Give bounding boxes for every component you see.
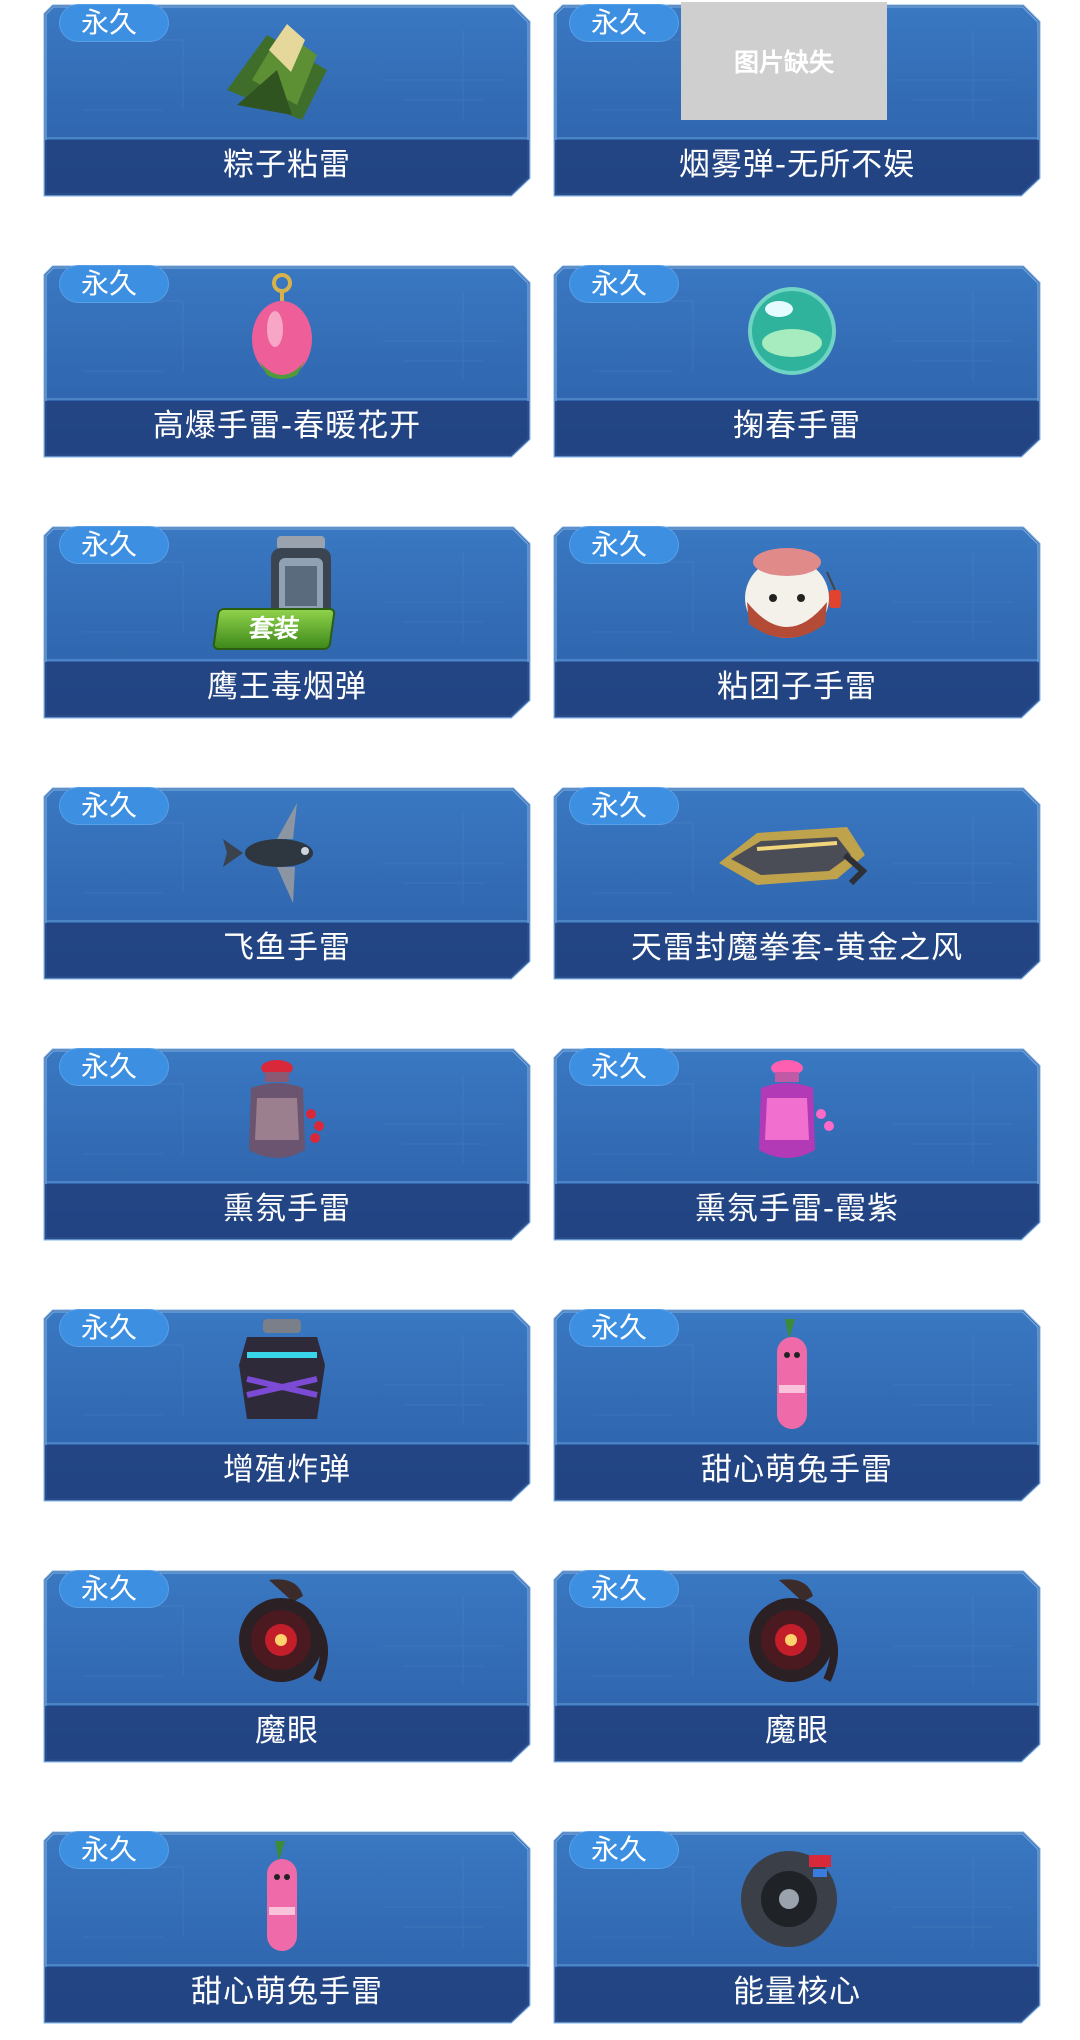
item-name: 甜心萌兔手雷 [701,1452,893,1488]
energy-core-icon [717,1837,867,1957]
item-name: 增殖炸弹 [223,1452,351,1488]
permanent-badge: 永久 [569,526,679,564]
item-name: 鹰王毒烟弹 [207,669,367,705]
item-card[interactable]: 永久 图片缺失烟雾弹-无所不娱 [553,0,1041,197]
permanent-badge: 永久 [569,1309,679,1347]
item-card[interactable]: 永久 魔眼 [43,1564,531,1763]
permanent-badge: 永久 [59,1831,169,1869]
permanent-badge: 永久 [59,4,169,42]
permanent-badge: 永久 [569,1048,679,1086]
permanent-badge: 永久 [59,1570,169,1608]
item-grid: 永久 粽子粘雷 永久 图片缺失 烟雾弹-无所不娱 永久 高爆手雷-春暖花开 永久… [0,0,1080,2040]
item-card[interactable]: 永久 甜心萌兔手雷 [43,1825,531,2024]
item-name: 烟雾弹-无所不娱 [678,147,916,183]
item-name: 甜心萌兔手雷 [191,1974,383,2010]
dumpling-grenade-icon [717,532,867,652]
permanent-badge: 永久 [569,787,679,825]
item-name: 能量核心 [733,1974,861,2010]
item-name: 飞鱼手雷 [223,930,351,966]
item-name: 熏氛手雷 [223,1191,351,1227]
golden-gauntlet-icon [717,793,868,913]
item-name: 粽子粘雷 [223,147,351,183]
permanent-badge: 永久 [59,526,169,564]
item-card[interactable]: 永久 掬春手雷 [553,259,1041,458]
item-card[interactable]: 永久 熏氛手雷-霞紫 [553,1042,1041,1241]
demon-eye-grenade-icon [207,1576,357,1696]
item-name: 粘团子手雷 [717,669,877,705]
image-missing-placeholder: 图片缺失 [681,2,887,120]
flying-fish-grenade-icon [207,793,357,913]
item-card[interactable]: 永久 熏氛手雷 [43,1042,531,1241]
zongzi-grenade-icon [207,10,357,130]
permanent-badge: 永久 [59,1048,169,1086]
item-card[interactable]: 永久 套装鹰王毒烟弹 [43,520,531,719]
item-card[interactable]: 永久 魔眼 [553,1564,1041,1763]
proliferation-bomb-icon [207,1315,357,1435]
item-card[interactable]: 永久 甜心萌兔手雷 [553,1303,1041,1502]
green-glass-orb-grenade-icon [717,271,867,391]
item-card[interactable]: 永久 粽子粘雷 [43,0,531,197]
permanent-badge: 永久 [59,265,169,303]
item-card[interactable]: 永久 增殖炸弹 [43,1303,531,1502]
purple-incense-vase-grenade-icon [717,1054,867,1174]
permanent-badge: 永久 [569,1831,679,1869]
permanent-badge: 永久 [569,1570,679,1608]
kit-badge: 套装 [212,608,336,650]
item-name: 魔眼 [765,1713,829,1749]
pink-flower-bud-grenade-icon [207,271,357,391]
pink-bunny-grenade-icon [717,1315,867,1435]
item-name: 熏氛手雷-霞紫 [694,1191,900,1227]
incense-vase-grenade-icon [207,1054,357,1174]
permanent-badge: 永久 [59,1309,169,1347]
permanent-badge: 永久 [569,4,679,42]
permanent-badge: 永久 [59,787,169,825]
item-card[interactable]: 永久 能量核心 [553,1825,1041,2024]
item-card[interactable]: 永久 粘团子手雷 [553,520,1041,719]
item-name: 魔眼 [255,1713,319,1749]
pink-bunny-grenade-icon [207,1837,357,1957]
item-card[interactable]: 永久 高爆手雷-春暖花开 [43,259,531,458]
permanent-badge: 永久 [569,265,679,303]
item-name: 掬春手雷 [733,408,861,444]
item-card[interactable]: 永久 天雷封魔拳套-黄金之风 [553,781,1041,980]
demon-eye-grenade-icon [717,1576,867,1696]
item-card[interactable]: 永久 飞鱼手雷 [43,781,531,980]
item-name: 高爆手雷-春暖花开 [152,408,422,444]
item-name: 天雷封魔拳套-黄金之风 [630,930,964,966]
